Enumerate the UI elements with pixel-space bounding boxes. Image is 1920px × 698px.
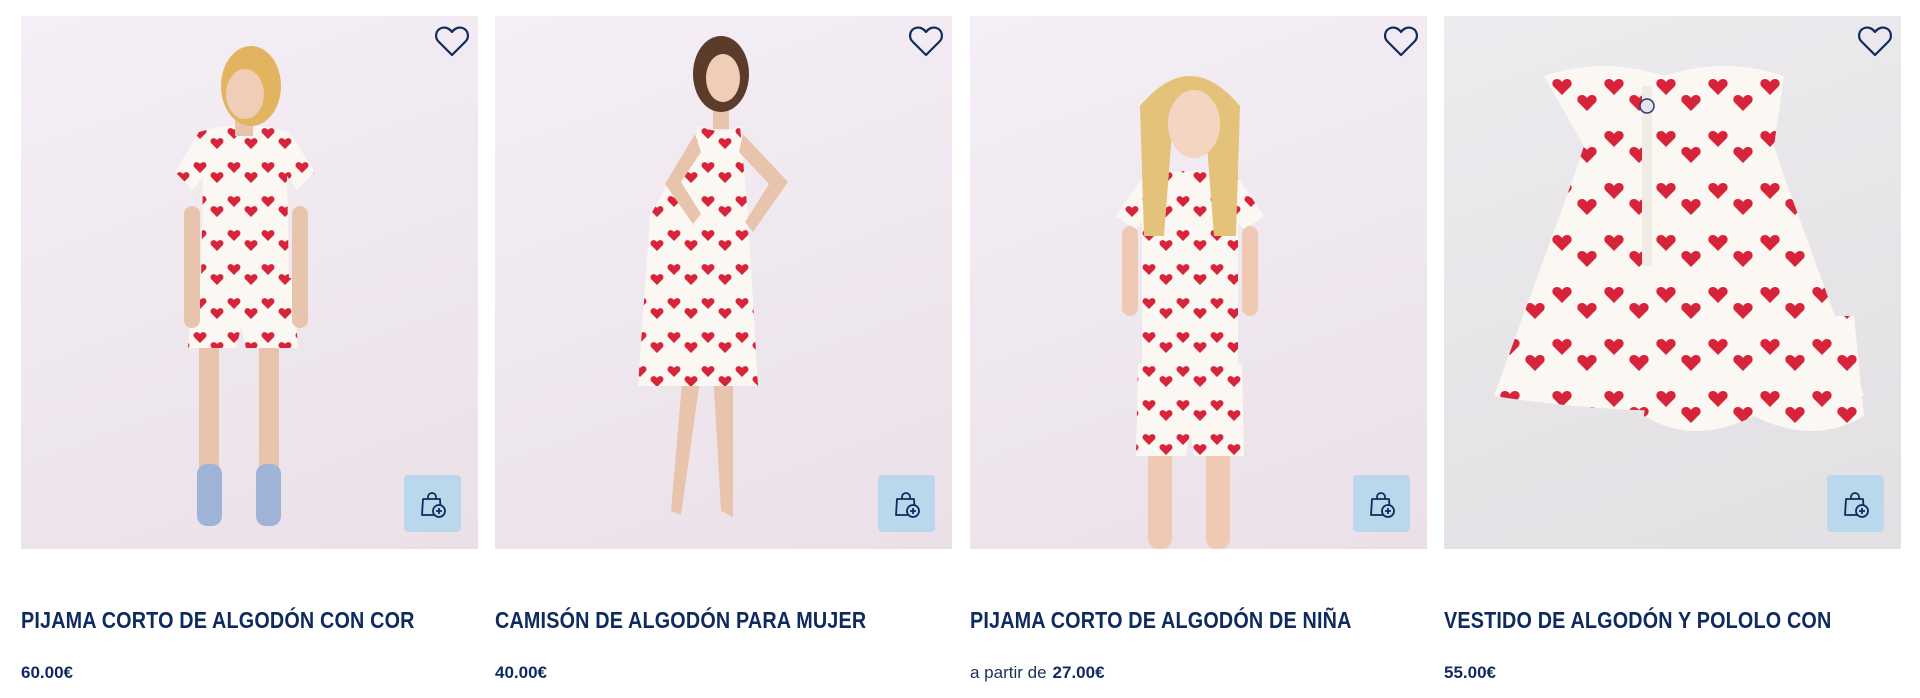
- model-photo: [638, 36, 788, 517]
- model-photo: [175, 46, 315, 526]
- product-price-row: a partir de 27.00€: [970, 663, 1105, 683]
- product-image[interactable]: [495, 16, 952, 549]
- product-image[interactable]: [970, 16, 1427, 549]
- heart-outline-icon: [1384, 26, 1418, 57]
- wishlist-button[interactable]: [1383, 24, 1419, 58]
- product-grid: PIJAMA CORTO DE ALGODÓN CON CORAZ... 60.…: [21, 16, 1901, 698]
- product-price: 27.00€: [1052, 663, 1105, 682]
- price-from-label: a partir de: [970, 663, 1047, 682]
- product-price: 55.00€: [1444, 663, 1496, 682]
- product-price-row: 40.00€: [495, 663, 547, 683]
- product-card: PIJAMA CORTO DE ALGODÓN DE NIÑA a partir…: [970, 16, 1427, 698]
- shopping-bag-plus-icon: [894, 491, 920, 518]
- add-to-cart-button[interactable]: [1353, 475, 1410, 532]
- heart-outline-icon: [909, 26, 943, 57]
- add-to-cart-button[interactable]: [878, 475, 935, 532]
- product-price: 60.00€: [21, 663, 73, 682]
- shopping-bag-plus-icon: [420, 491, 446, 518]
- heart-outline-icon: [1858, 26, 1892, 57]
- wishlist-button[interactable]: [434, 24, 470, 58]
- product-title[interactable]: PIJAMA CORTO DE ALGODÓN CON CORAZ...: [21, 607, 414, 634]
- product-price-row: 60.00€: [21, 663, 73, 683]
- model-photo: [1116, 76, 1264, 549]
- heart-outline-icon: [435, 26, 469, 57]
- wishlist-button[interactable]: [1857, 24, 1893, 58]
- product-photo: [1494, 66, 1864, 431]
- product-title[interactable]: VESTIDO DE ALGODÓN Y POLOLO CON ES...: [1444, 607, 1837, 634]
- product-price: 40.00€: [495, 663, 547, 682]
- product-title[interactable]: PIJAMA CORTO DE ALGODÓN DE NIÑA: [970, 607, 1363, 634]
- add-to-cart-button[interactable]: [404, 475, 461, 532]
- product-card: PIJAMA CORTO DE ALGODÓN CON CORAZ... 60.…: [21, 16, 478, 698]
- product-image[interactable]: [1444, 16, 1901, 549]
- add-to-cart-button[interactable]: [1827, 475, 1884, 532]
- product-price-row: 55.00€: [1444, 663, 1496, 683]
- product-title[interactable]: CAMISÓN DE ALGODÓN PARA MUJER: [495, 607, 888, 634]
- wishlist-button[interactable]: [908, 24, 944, 58]
- product-image[interactable]: [21, 16, 478, 549]
- product-card: VESTIDO DE ALGODÓN Y POLOLO CON ES... 55…: [1444, 16, 1901, 698]
- shopping-bag-plus-icon: [1843, 491, 1869, 518]
- shopping-bag-plus-icon: [1369, 491, 1395, 518]
- product-card: CAMISÓN DE ALGODÓN PARA MUJER 40.00€: [495, 16, 952, 698]
